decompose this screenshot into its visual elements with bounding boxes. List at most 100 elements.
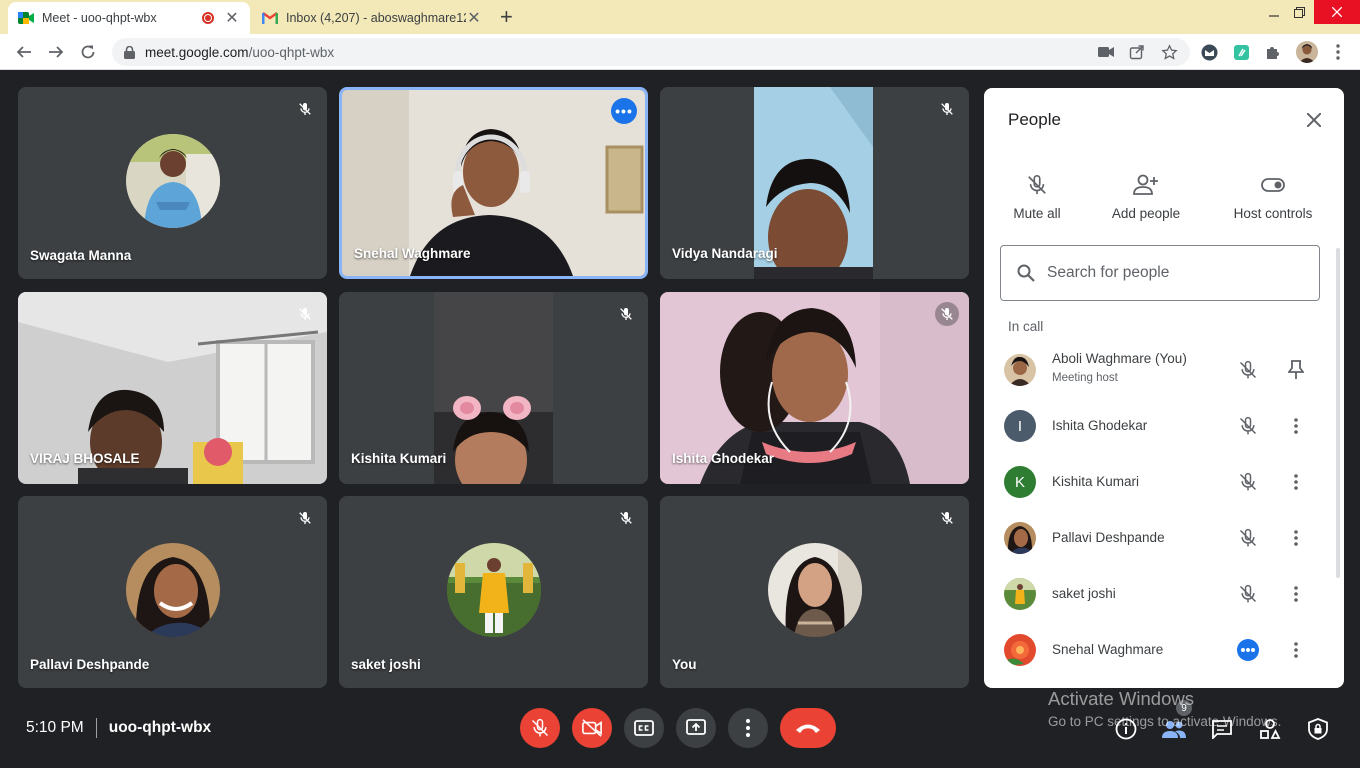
search-people-field[interactable]: [1000, 245, 1320, 301]
more-options-icon[interactable]: [1284, 470, 1308, 494]
participant-tile[interactable]: You: [660, 496, 969, 688]
participant-name: Snehal Waghmare: [354, 246, 471, 261]
participant-tile[interactable]: Pallavi Deshpande: [18, 496, 327, 688]
participant-count-badge: 9: [1176, 700, 1192, 716]
toggle-camera-button[interactable]: [572, 708, 612, 748]
url-field[interactable]: meet.google.com/uoo-qhpt-wbx: [112, 38, 1190, 66]
forward-button[interactable]: [46, 42, 66, 62]
person-name: saket joshi: [1052, 586, 1116, 601]
people-list-item[interactable]: Aboli Waghmare (You) Meeting host: [984, 342, 1324, 398]
participant-name: Vidya Nandaragi: [672, 246, 778, 261]
mute-all-button[interactable]: Mute all: [987, 172, 1087, 221]
chat-icon: [1212, 720, 1232, 739]
captions-button[interactable]: [624, 708, 664, 748]
people-list-item[interactable]: Snehal Waghmare: [984, 622, 1324, 678]
camera-permission-icon[interactable]: [1097, 43, 1115, 61]
profile-avatar[interactable]: [1296, 41, 1318, 63]
muted-mic-icon: [935, 302, 959, 326]
tab-gmail[interactable]: Inbox (4,207) - aboswaghmare12 ✕: [252, 2, 492, 34]
search-input[interactable]: [1047, 264, 1297, 282]
meet-icon: [18, 10, 34, 26]
participant-name: Swagata Manna: [30, 248, 132, 263]
browser-menu-icon[interactable]: [1329, 43, 1347, 61]
avatar: [1004, 634, 1036, 666]
extension-clip-icon[interactable]: [1232, 43, 1250, 61]
extensions-puzzle-icon[interactable]: [1264, 43, 1282, 61]
participant-tile[interactable]: Swagata Manna: [18, 87, 327, 279]
more-options-button[interactable]: [728, 708, 768, 748]
avatar: [1004, 354, 1036, 386]
panel-title: People: [1008, 110, 1061, 129]
more-options-icon[interactable]: [1284, 526, 1308, 550]
in-call-heading: In call: [1008, 319, 1044, 334]
mic-off-icon[interactable]: [1236, 414, 1260, 438]
people-list-item[interactable]: I Ishita Ghodekar: [984, 398, 1324, 454]
current-time: 5:10 PM: [26, 719, 84, 736]
share-icon[interactable]: [1128, 43, 1146, 61]
mic-off-icon[interactable]: [1236, 582, 1260, 606]
new-tab-button[interactable]: +: [500, 6, 513, 28]
participant-name: saket joshi: [351, 657, 421, 672]
participant-name: You: [672, 657, 697, 672]
add-people-label: Add people: [1111, 206, 1181, 221]
person-name: Kishita Kumari: [1052, 474, 1140, 489]
close-tab-icon[interactable]: ✕: [466, 8, 482, 28]
add-people-button[interactable]: Add people: [1096, 172, 1196, 221]
tab-meet[interactable]: Meet - uoo-qhpt-wbx ✕: [8, 2, 250, 34]
add-person-icon: [1096, 172, 1196, 198]
host-controls-button[interactable]: [1305, 716, 1331, 742]
participant-tile[interactable]: Vidya Nandaragi: [660, 87, 969, 279]
person-name: Ishita Ghodekar: [1052, 418, 1148, 433]
extension-mail-icon[interactable]: [1200, 43, 1218, 61]
activities-button[interactable]: [1257, 716, 1283, 742]
participant-name: Pallavi Deshpande: [30, 657, 150, 672]
pin-icon[interactable]: [1284, 358, 1308, 382]
participant-avatar: [446, 543, 541, 637]
more-options-icon[interactable]: [1284, 638, 1308, 662]
participant-name: Kishita Kumari: [351, 451, 447, 466]
more-vert-icon: [746, 719, 750, 737]
recording-icon: [202, 12, 214, 24]
mic-off-icon[interactable]: [1236, 358, 1260, 382]
people-list-item[interactable]: Pallavi Deshpande: [984, 510, 1324, 566]
back-button[interactable]: [14, 42, 34, 62]
avatar: [1004, 522, 1036, 554]
participant-tile[interactable]: VIRAJ BHOSALE: [18, 292, 327, 484]
person-name: Snehal Waghmare: [1052, 642, 1164, 657]
more-options-icon[interactable]: [1284, 582, 1308, 606]
captions-icon: [634, 720, 654, 736]
people-list-item[interactable]: saket joshi: [984, 566, 1324, 622]
meet-stage: Swagata Manna ••• Snehal Waghmare Vidya …: [0, 71, 1360, 768]
participant-avatar: [125, 134, 220, 228]
participant-tile[interactable]: Kishita Kumari: [339, 292, 648, 484]
leave-call-button[interactable]: [780, 708, 836, 748]
chat-button[interactable]: [1209, 716, 1235, 742]
more-options-icon[interactable]: [1284, 414, 1308, 438]
present-screen-button[interactable]: [676, 708, 716, 748]
close-window-button[interactable]: [1314, 0, 1360, 24]
more-options-icon[interactable]: •••: [611, 98, 637, 124]
people-button[interactable]: [1161, 716, 1187, 742]
restore-window-button[interactable]: [1286, 0, 1312, 24]
participant-tile-speaking[interactable]: ••• Snehal Waghmare: [339, 87, 648, 279]
close-tab-icon[interactable]: ✕: [224, 8, 240, 28]
people-list-item[interactable]: K Kishita Kumari: [984, 454, 1324, 510]
bookmark-star-icon[interactable]: [1160, 43, 1178, 61]
toggle-icon: [1223, 172, 1323, 198]
people-icon: [1162, 721, 1186, 738]
participant-tile[interactable]: Ishita Ghodekar: [660, 292, 969, 484]
mic-off-icon[interactable]: [1236, 470, 1260, 494]
participant-name: Ishita Ghodekar: [672, 451, 775, 466]
url-path: /uoo-qhpt-wbx: [248, 44, 335, 60]
panel-scrollbar[interactable]: [1336, 248, 1340, 578]
minimize-window-button[interactable]: [1260, 0, 1288, 24]
host-controls-button[interactable]: Host controls: [1223, 172, 1323, 221]
toggle-mic-button[interactable]: [520, 708, 560, 748]
gmail-icon: [262, 10, 278, 26]
participant-tile[interactable]: saket joshi: [339, 496, 648, 688]
reload-button[interactable]: [78, 42, 98, 62]
meeting-details-button[interactable]: [1113, 716, 1139, 742]
close-panel-button[interactable]: [1302, 108, 1326, 132]
mic-off-icon[interactable]: [1236, 526, 1260, 550]
end-call-icon: [796, 724, 820, 733]
